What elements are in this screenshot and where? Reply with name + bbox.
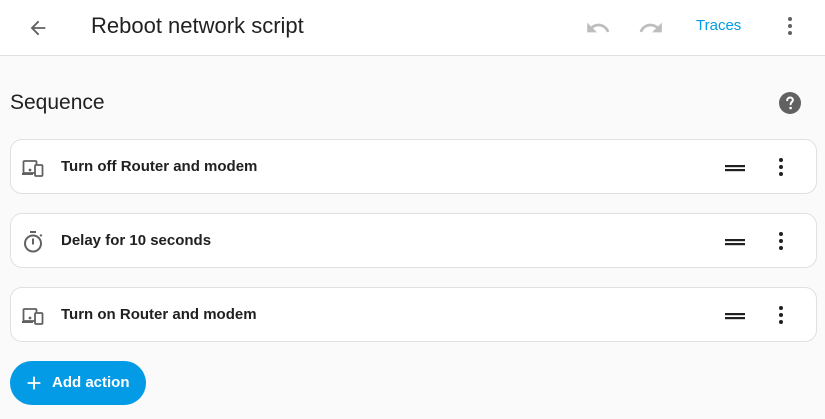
timer-icon [24,231,43,253]
action-label: Delay for 10 seconds [61,232,212,249]
more-vert-icon [779,158,783,176]
devices-icon [22,308,44,325]
undo-icon [587,22,610,33]
plus-icon [27,376,41,390]
action-card[interactable]: Turn on Router and modem [10,287,817,342]
traces-button[interactable]: Traces [690,16,747,36]
action-card[interactable]: Turn off Router and modem [10,139,817,194]
undo-button[interactable] [584,14,612,42]
page-title: Reboot network script [91,13,304,38]
action-menu-button[interactable] [769,303,793,327]
redo-icon [639,22,662,33]
more-vert-icon [788,17,792,35]
action-menu-button[interactable] [769,155,793,179]
add-action-button[interactable]: Add action [10,361,146,405]
overflow-menu-button[interactable] [776,12,804,40]
devices-icon [22,160,44,177]
action-label: Turn on Router and modem [61,306,257,323]
drag-handle[interactable] [723,158,747,178]
drag-handle[interactable] [723,232,747,252]
more-vert-icon [779,232,783,250]
top-app-bar: Reboot network script Traces [0,0,825,56]
back-button[interactable] [22,12,54,44]
action-label: Turn off Router and modem [61,158,258,175]
drag-handle[interactable] [723,306,747,326]
drag-handle-icon [725,313,745,320]
drag-handle-icon [725,165,745,172]
action-menu-button[interactable] [769,229,793,253]
help-circle-icon[interactable] [778,91,802,115]
back-arrow-icon [30,20,46,36]
section-title: Sequence [10,91,105,114]
more-vert-icon [779,306,783,324]
add-action-label: Add action [52,374,130,391]
action-card[interactable]: Delay for 10 seconds [10,213,817,268]
drag-handle-icon [725,239,745,246]
redo-button[interactable] [637,14,665,42]
